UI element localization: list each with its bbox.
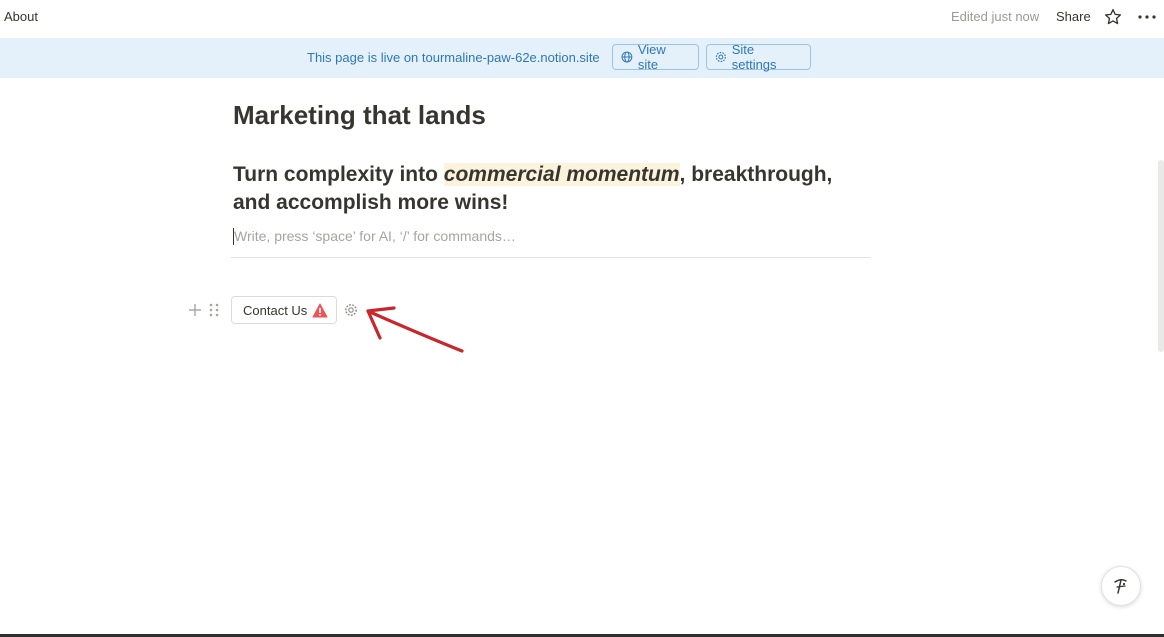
more-dots-icon[interactable] [1137,8,1157,26]
divider [231,257,870,258]
view-site-label: View site [637,42,666,72]
breadcrumb-about[interactable]: About [4,9,38,24]
gear-icon[interactable] [344,303,358,317]
gear-icon [715,51,726,63]
publish-banner: This page is live on tourmaline-paw-62e.… [0,38,1164,78]
star-icon[interactable] [1104,8,1122,26]
page-title[interactable]: Marketing that lands [233,99,486,131]
drag-handle-icon[interactable] [207,302,221,318]
help-assistant-button[interactable] [1101,566,1141,606]
heading-block[interactable]: Turn complexity into commercial momentum… [233,161,873,217]
top-bar: About Edited just now Share [0,0,1164,36]
banner-text: This page is live on tourmaline-paw-62e.… [307,50,600,65]
warning-triangle-icon [312,303,328,317]
heading-highlight: commercial momentum [443,163,680,186]
contact-us-button[interactable]: Contact Us [231,296,337,324]
view-site-button[interactable]: View site [612,42,699,72]
contact-us-label: Contact Us [243,302,308,318]
empty-block-placeholder[interactable]: Write, press ‘space’ for AI, ‘/’ for com… [233,228,516,245]
heading-text-start: Turn complexity into [233,163,444,186]
annotation-arrow [366,306,464,353]
add-block-icon[interactable] [187,302,203,318]
site-settings-label: Site settings [731,42,777,72]
site-settings-button[interactable]: Site settings [706,42,811,72]
scrollbar[interactable] [1158,160,1164,352]
share-button[interactable]: Share [1056,9,1091,24]
globe-icon [621,51,633,63]
help-assistant-icon [1114,578,1127,594]
edited-status: Edited just now [951,9,1040,24]
